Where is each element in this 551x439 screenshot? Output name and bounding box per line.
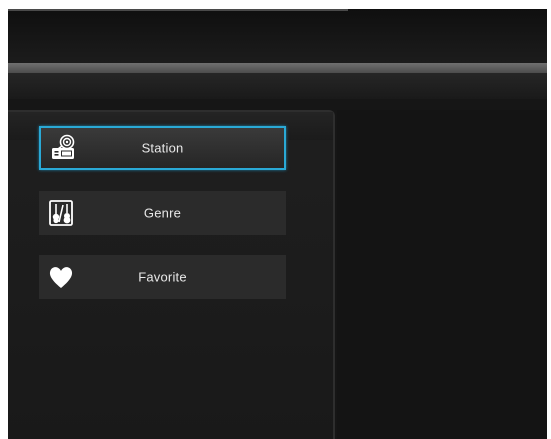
- header-top-edge: [8, 9, 348, 11]
- menu-item-label: Station: [141, 140, 184, 156]
- header-shadow: [8, 73, 547, 99]
- header-band: [8, 9, 547, 63]
- menu-panel: Station Genre Favorite: [8, 110, 335, 439]
- header-divider-stripe: [8, 63, 547, 73]
- menu-item-station[interactable]: Station: [39, 126, 286, 170]
- preview-pane: [337, 110, 547, 439]
- menu-item-label: Favorite: [138, 269, 187, 285]
- menu-item-favorite[interactable]: Favorite: [39, 255, 286, 299]
- menu-item-label: Genre: [143, 205, 182, 221]
- tv-screen: Station Genre Favorite: [8, 9, 547, 439]
- menu-item-genre[interactable]: Genre: [39, 191, 286, 235]
